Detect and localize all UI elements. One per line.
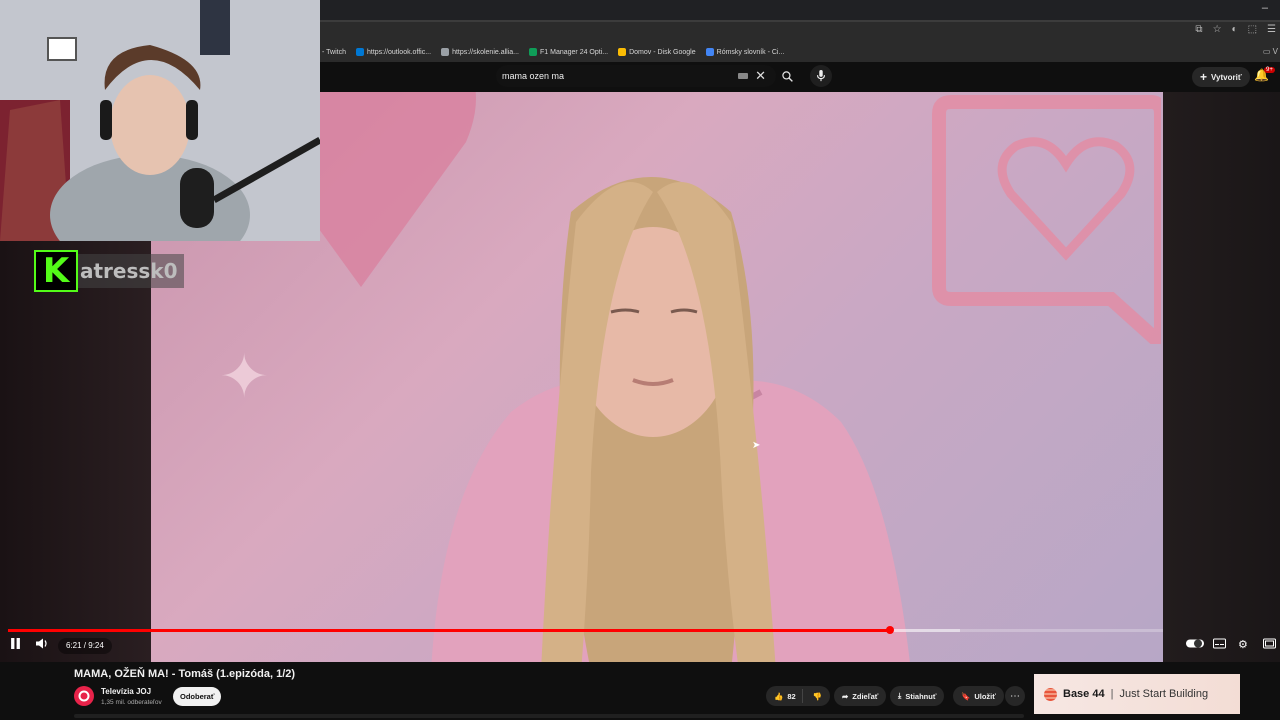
like-dislike-group: 👍 82 👎 (766, 686, 830, 706)
menu-icon[interactable]: ☰ (1267, 24, 1276, 35)
bookmark-item[interactable]: F1 Manager 24 Opti... (529, 48, 608, 56)
theater-mode-button[interactable] (1263, 638, 1276, 652)
more-dots-icon: ⋯ (1010, 690, 1020, 702)
pause-icon (11, 638, 20, 649)
settings-button[interactable]: ⚙ (1238, 638, 1248, 651)
progress-bar[interactable] (8, 626, 1163, 634)
folder-icon: ▭ (1262, 47, 1271, 56)
video-letterbox-right (1163, 92, 1280, 662)
search-input[interactable]: mama ozen ma ✕ (496, 65, 776, 87)
create-label: Vytvoriť (1211, 72, 1242, 82)
bookmark-item[interactable]: Domov - Disk Google (618, 48, 696, 56)
thumbs-up-icon: 👍 (774, 691, 784, 701)
joj-logo-icon (78, 690, 90, 702)
video-details: MAMA, OŽEŇ MA! - Tomáš (1.epizóda, 1/2) … (0, 662, 1280, 720)
presenter-figure (431, 177, 910, 662)
search-icon (781, 70, 793, 82)
notification-badge: 9+ (1264, 67, 1275, 73)
video-title: MAMA, OŽEŇ MA! - Tomáš (1.epizóda, 1/2) (74, 668, 296, 680)
autoplay-toggle-icon (1186, 639, 1204, 648)
bookmark-favicon-icon (356, 48, 364, 56)
time-display: 6:21 / 9:24 (58, 638, 112, 654)
search-query-text: mama ozen ma (502, 71, 565, 81)
bookmark-label: Domov - Disk Google (629, 48, 696, 56)
bookmark-label: https://skolenie.allia... (452, 48, 520, 56)
pause-button[interactable] (10, 638, 21, 652)
sparkle-graphic: ✦ (219, 343, 270, 410)
subtitles-icon (1213, 638, 1226, 649)
dislike-button[interactable]: 👎 (807, 692, 830, 701)
minimize-icon[interactable]: – (1262, 2, 1268, 14)
share-arrow-icon: ➦ (842, 691, 849, 701)
streamer-webcam (0, 0, 320, 241)
content-divider (74, 714, 1024, 718)
like-button[interactable]: 👍 82 (766, 689, 803, 703)
browser-toolbar: ⧉ ☆ ◐ ⬚ ☰ (320, 22, 1280, 42)
profile-icon[interactable]: ◐ (1232, 24, 1238, 35)
player-controls: 6:21 / 9:24 ⚙ (0, 636, 1280, 658)
subtitles-button[interactable] (1213, 638, 1226, 652)
download-icon: ⤓ (898, 691, 902, 700)
bookmark-item[interactable]: Rómsky slovník - Ci... (705, 48, 785, 56)
base44-logo-icon (1044, 687, 1057, 701)
download-button[interactable]: ⤓ Stiahnuť (890, 686, 945, 706)
channel-name[interactable]: Televízia JOJ (101, 687, 151, 696)
bookmark-item[interactable]: https://outlook.offic... (356, 48, 431, 56)
install-app-icon[interactable]: ⧉ (1195, 24, 1202, 35)
create-button[interactable]: + Vytvoriť (1192, 67, 1250, 87)
save-button[interactable]: 🔖 Uložiť (953, 686, 1004, 706)
microphone-icon (817, 70, 825, 82)
plus-icon: + (1200, 70, 1208, 84)
streamer-name: atressk0 (78, 254, 184, 288)
mouse-cursor: ➤ (752, 440, 761, 451)
kick-logo-icon: K (34, 250, 78, 292)
webcam-scene (0, 0, 320, 241)
bookmark-favicon-icon (529, 48, 538, 56)
ad-banner[interactable]: Base 44 | Just Start Building (1034, 674, 1240, 714)
thumbs-down-icon: 👎 (812, 691, 823, 701)
bookmarks-overflow-label: V (1272, 47, 1278, 56)
subscriber-count: 1,35 mil. odberateľov (101, 699, 162, 706)
progress-played (8, 629, 891, 632)
bookmark-favicon-icon (441, 48, 450, 56)
search-button[interactable] (776, 65, 798, 87)
clear-search-icon[interactable]: ✕ (755, 68, 766, 84)
bookmark-label: Rómsky slovník - Ci... (716, 48, 785, 56)
ad-separator: | (1110, 688, 1114, 700)
voice-search-button[interactable] (810, 65, 832, 87)
save-label: Uložiť (974, 691, 996, 701)
bookmark-item[interactable]: https://skolenie.allia... (441, 48, 519, 56)
like-count: 82 (787, 691, 796, 701)
bookmark-label: F1 Manager 24 Opti... (540, 48, 609, 56)
bookmark-label: https://outlook.offic... (367, 48, 432, 56)
chat-heart-graphic (932, 95, 1161, 344)
bookmark-item[interactable]: - Twitch (322, 49, 346, 56)
subscribe-button[interactable]: Odoberať (173, 687, 222, 706)
volume-icon (36, 638, 47, 649)
bookmark-favicon-icon (618, 48, 627, 56)
theater-mode-icon (1263, 638, 1276, 649)
share-label: Zdieľať (852, 691, 879, 701)
bookmark-icon: 🔖 (961, 691, 971, 701)
screen: – ⧉ ☆ ◐ ⬚ ☰ - Twitch https://outlook.offi… (0, 0, 1280, 720)
bookmark-favicon-icon (705, 48, 714, 56)
bookmarks-overflow[interactable]: ▭ V (1263, 47, 1278, 56)
bookmarks-bar: - Twitch https://outlook.offic... https://… (320, 42, 1280, 62)
bookmark-label: - Twitch (322, 48, 346, 56)
bookmark-star-icon[interactable]: ☆ (1213, 24, 1222, 35)
channel-avatar[interactable] (74, 686, 94, 706)
share-button[interactable]: ➦ Zdieľať (834, 686, 887, 706)
keyboard-icon[interactable] (738, 73, 748, 79)
ad-brand: Base 44 (1063, 688, 1105, 700)
gear-icon: ⚙ (1238, 639, 1248, 651)
youtube-masthead: mama ozen ma ✕ + Vytvoriť 🔔 9+ (320, 62, 1280, 92)
autoplay-toggle[interactable] (1186, 638, 1204, 652)
more-actions-button[interactable]: ⋯ (1005, 686, 1025, 706)
volume-button[interactable] (36, 638, 48, 652)
ad-tagline: Just Start Building (1119, 688, 1209, 700)
extensions-icon[interactable]: ⬚ (1248, 24, 1257, 35)
download-label: Stiahnuť (905, 691, 937, 701)
kick-stream-badge: K atressk0 (34, 250, 184, 292)
